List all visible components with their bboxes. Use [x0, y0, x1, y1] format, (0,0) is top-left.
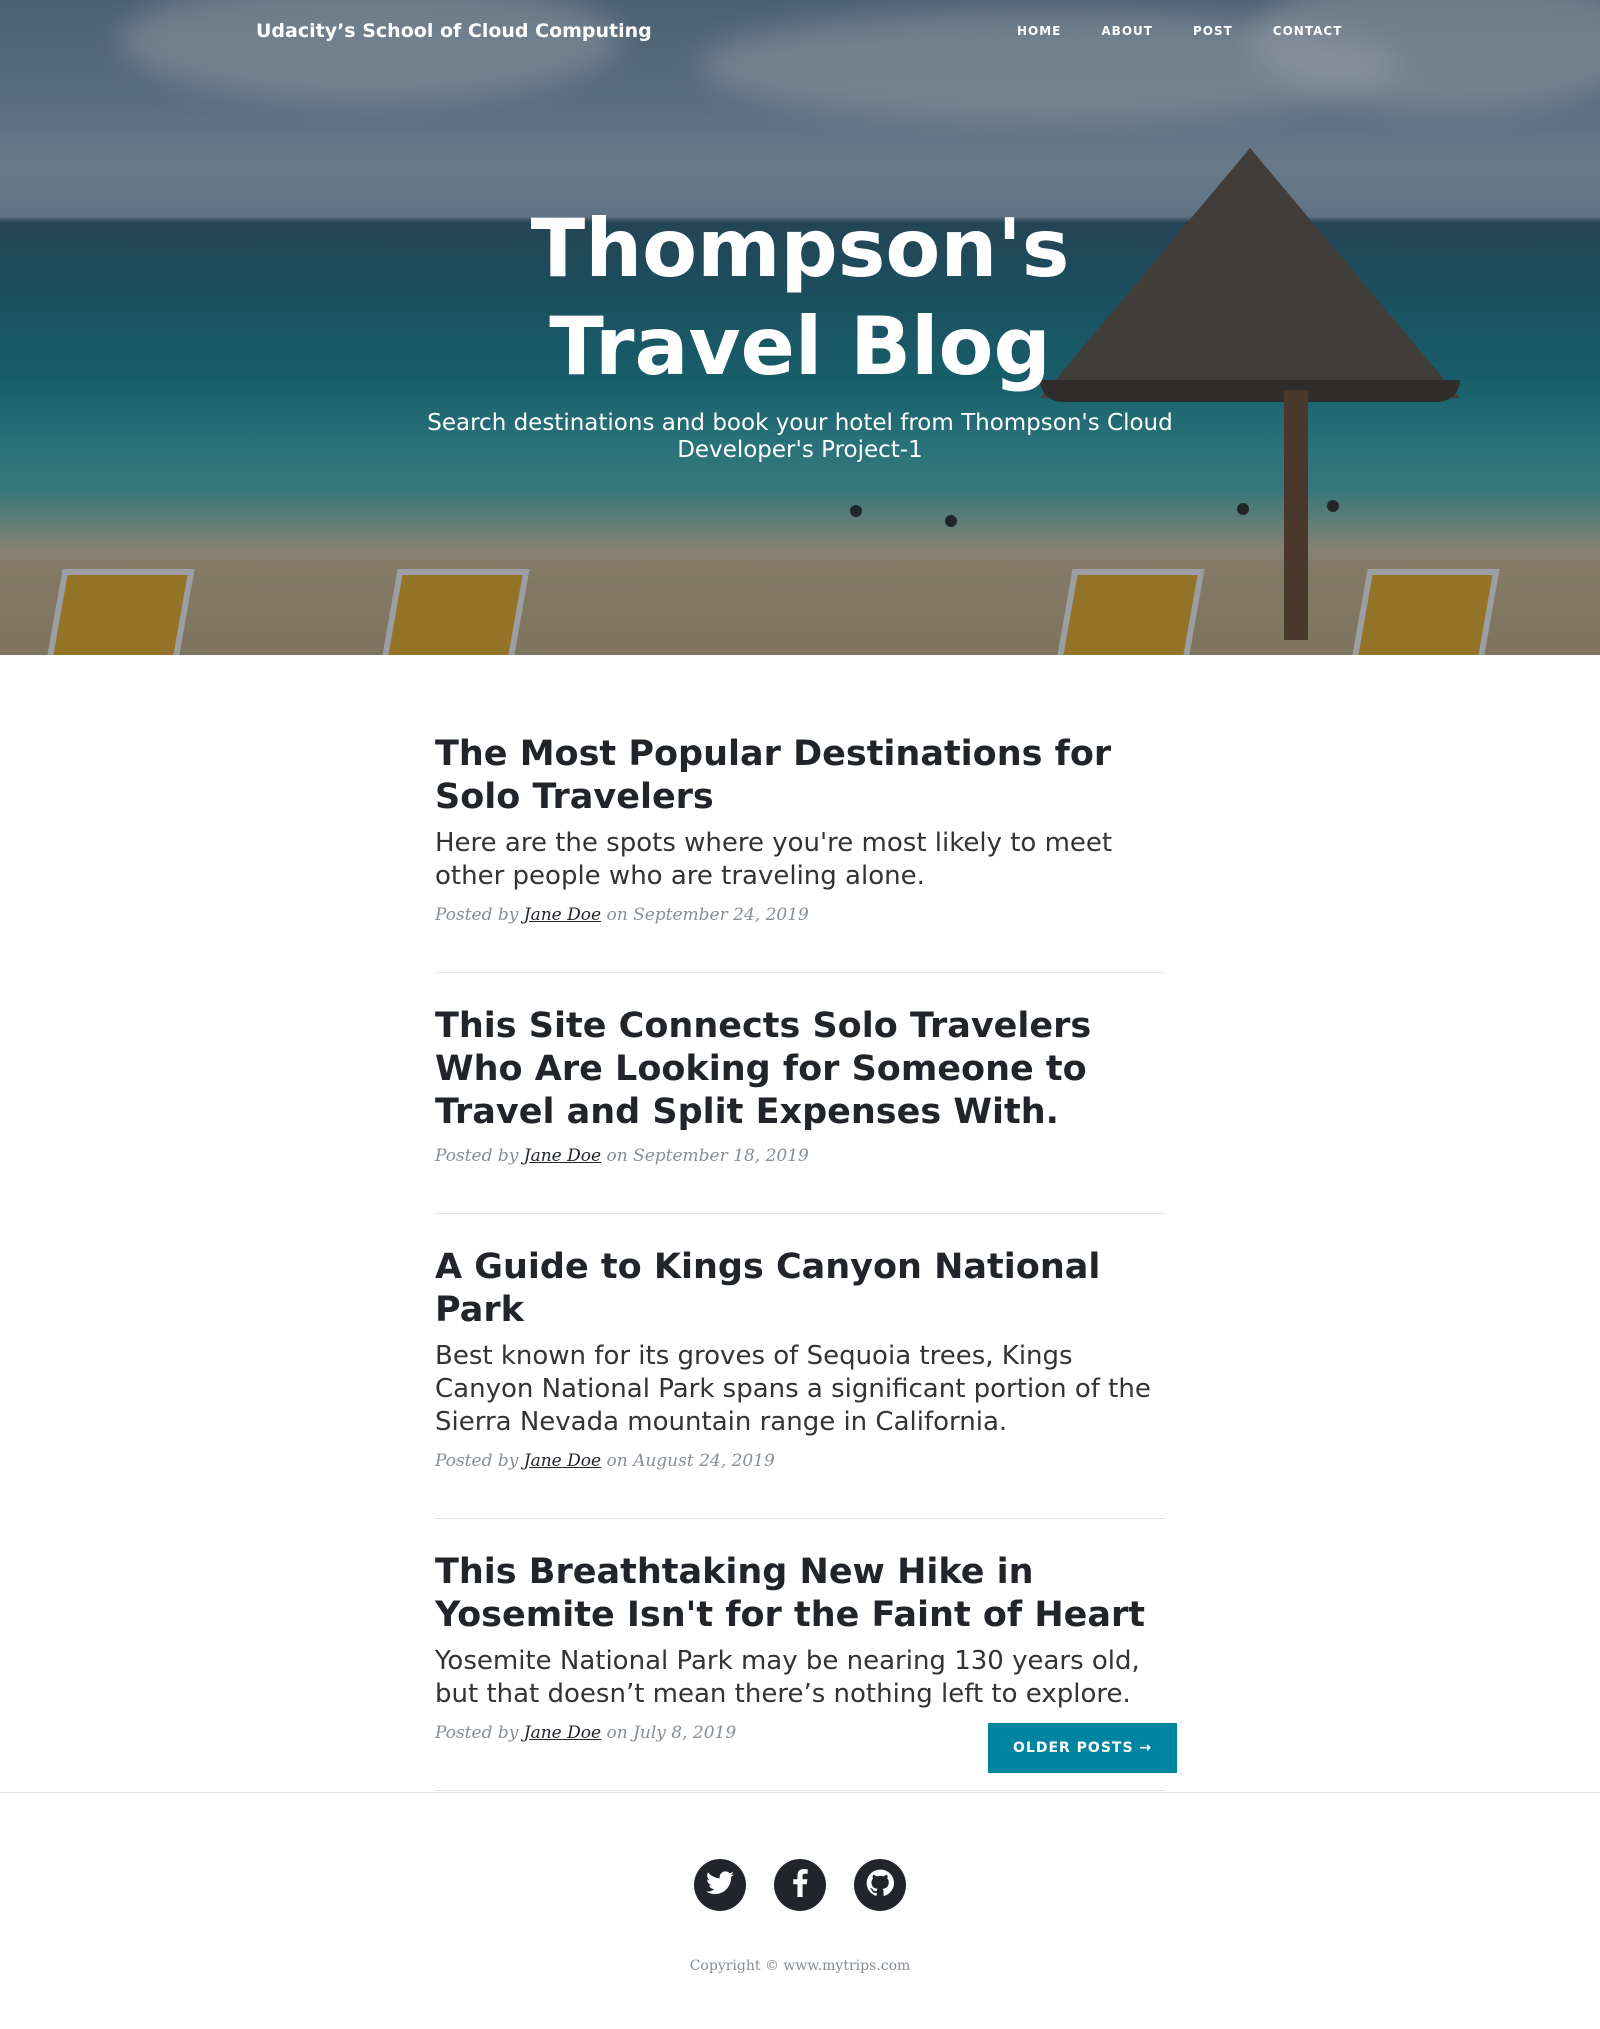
older-posts-button[interactable]: OLDER POSTS → [988, 1723, 1178, 1773]
post-subtitle: Best known for its groves of Sequoia tre… [435, 1341, 1151, 1437]
post-title-link[interactable]: This Site Connects Solo Travelers Who Ar… [435, 1005, 1165, 1134]
post-meta: Posted by Jane Doe on September 18, 2019 [435, 1146, 1165, 1166]
post-meta-prefix: Posted by [435, 1146, 519, 1166]
navbar-brand[interactable]: Udacity’s School of Cloud Computing [256, 20, 652, 42]
footer-divider [0, 1792, 1600, 1793]
post-meta-prefix: Posted by [435, 1723, 519, 1743]
hero-header: Udacity’s School of Cloud Computing HOME… [0, 0, 1600, 655]
twitter-icon [706, 1871, 734, 1899]
post-date: on September 24, 2019 [606, 905, 809, 925]
nav-link-contact[interactable]: CONTACT [1273, 24, 1343, 38]
post-title-link[interactable]: The Most Popular Destinations for Solo T… [435, 733, 1165, 819]
facebook-link[interactable] [774, 1859, 826, 1911]
top-navbar: Udacity’s School of Cloud Computing HOME… [0, 0, 1600, 66]
facebook-icon [792, 1869, 808, 1901]
post-date: on July 8, 2019 [606, 1723, 737, 1743]
nav-link-home[interactable]: HOME [1017, 24, 1061, 38]
post-title-link[interactable]: This Breathtaking New Hike in Yosemite I… [435, 1551, 1165, 1637]
post-meta-prefix: Posted by [435, 1451, 519, 1471]
github-link[interactable] [854, 1859, 906, 1911]
github-icon [866, 1869, 894, 1901]
post-subtitle: Here are the spots where you're most lik… [435, 828, 1113, 891]
post-list: The Most Popular Destinations for Solo T… [435, 733, 1165, 1823]
social-links [0, 1859, 1600, 1911]
hero-heading: Thompson's Travel Blog Search destinatio… [0, 200, 1600, 464]
post-preview: The Most Popular Destinations for Solo T… [435, 733, 1165, 973]
post-date: on August 24, 2019 [606, 1451, 775, 1471]
post-author-link[interactable]: Jane Doe [524, 1723, 601, 1743]
post-title-link[interactable]: A Guide to Kings Canyon National Park [435, 1246, 1165, 1332]
nav-link-about[interactable]: ABOUT [1101, 24, 1153, 38]
post-meta-prefix: Posted by [435, 905, 519, 925]
post-meta: Posted by Jane Doe on September 24, 2019 [435, 905, 1165, 925]
nav-links: HOME ABOUT POST CONTACT [1017, 24, 1382, 38]
pager: OLDER POSTS → [988, 1723, 1178, 1773]
post-subtitle: Yosemite National Park may be nearing 13… [435, 1646, 1140, 1709]
post-preview: This Site Connects Solo Travelers Who Ar… [435, 1005, 1165, 1214]
post-author-link[interactable]: Jane Doe [524, 1146, 601, 1166]
site-subtitle: Search destinations and book your hotel … [427, 410, 1173, 463]
post-meta: Posted by Jane Doe on August 24, 2019 [435, 1451, 1165, 1471]
twitter-link[interactable] [694, 1859, 746, 1911]
post-preview: A Guide to Kings Canyon National Park Be… [435, 1246, 1165, 1519]
post-author-link[interactable]: Jane Doe [524, 905, 601, 925]
post-date: on September 18, 2019 [606, 1146, 809, 1166]
copyright-text: Copyright © www.mytrips.com [689, 1958, 911, 1974]
nav-link-post[interactable]: POST [1193, 24, 1233, 38]
post-author-link[interactable]: Jane Doe [524, 1451, 601, 1471]
site-title: Thompson's Travel Blog [530, 202, 1070, 393]
